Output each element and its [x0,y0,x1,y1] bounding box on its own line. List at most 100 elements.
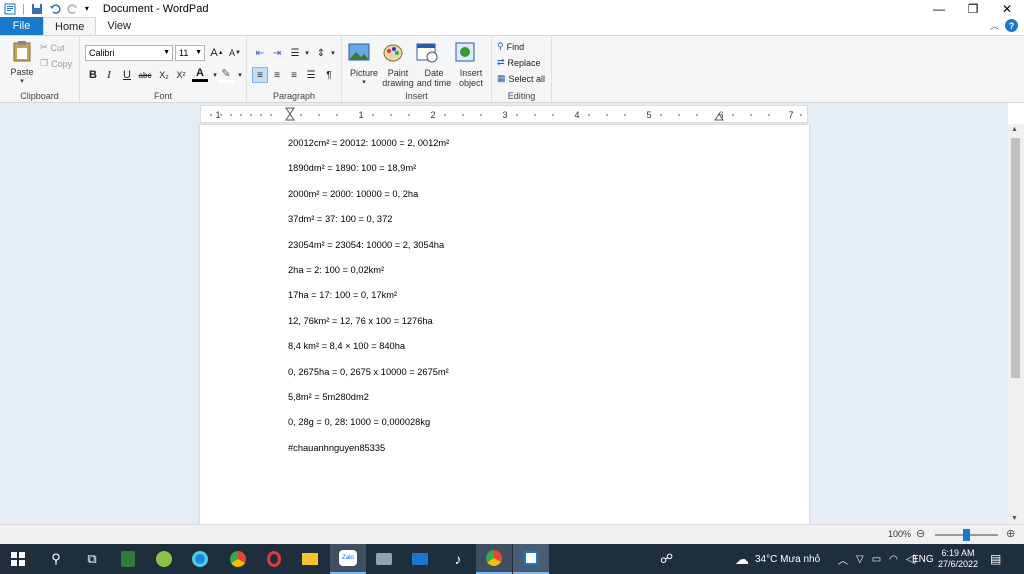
scroll-up-icon[interactable]: ▲ [1011,126,1018,133]
text-color-button[interactable]: A [192,66,208,82]
subscript-button[interactable]: X₂ [156,67,172,83]
document-line: 20012cm² = 20012: 10000 = 2, 0012m² [288,138,450,148]
taskbar: ⚲ ⧉ Zalo ♪ ☍ ☁ 34°C Mưa nhỏ ︿ ▽ ▭ ◠ ◁) E… [0,544,1024,574]
language-indicator[interactable]: ENG [912,544,934,574]
paste-button[interactable]: Paste ▾ [8,40,36,87]
save-icon[interactable] [31,3,43,15]
clock[interactable]: 6:19 AM 27/6/2022 [938,544,978,574]
decrease-indent-icon[interactable]: ⇤ [252,45,268,61]
chrome-profile-icon[interactable] [476,544,512,574]
notification-icon[interactable]: ▤ [990,544,1001,574]
cut-label: Cut [50,42,65,53]
chevron-down-icon[interactable]: ▾ [232,67,248,83]
strikethrough-button[interactable]: abc [137,67,153,83]
zoom-slider-thumb[interactable] [963,529,970,541]
ribbon-tabs: File Home View ︿ ? [0,17,1024,35]
shrink-font-button[interactable]: A ▼ [227,45,243,61]
scroll-thumb[interactable] [1011,138,1020,378]
close-button[interactable]: ✕ [990,0,1024,17]
mail-app-icon[interactable] [402,544,438,574]
insert-object-button[interactable]: Insert object [454,41,488,88]
status-bar: 100% ⊖ ⊕ [0,524,1024,544]
minimize-button[interactable]: — [922,0,956,17]
bold-button[interactable]: B [85,67,101,83]
paragraph-settings-icon[interactable]: ¶ [321,67,337,83]
task-view-icon[interactable]: ⧉ [74,544,110,574]
insert-group: Picture ▾ Paint drawing Date and time In… [342,36,492,102]
edge-browser-icon[interactable] [182,544,218,574]
opera-browser-icon[interactable] [256,544,292,574]
tab-home[interactable]: Home [43,17,97,35]
paint-drawing-button[interactable]: Paint drawing [382,41,414,88]
chrome-browser-icon[interactable] [220,544,256,574]
grow-font-button[interactable]: A ▲ [209,45,225,61]
font-size-value: 11 [179,48,189,58]
copy-label: Copy [51,58,73,69]
font-family-select[interactable]: Calibri ▼ [85,45,173,61]
copy-button[interactable]: ❐ Copy [40,58,72,69]
wordpad-taskbar-icon[interactable] [513,544,549,574]
windows-icon [11,552,25,566]
find-button[interactable]: ⚲ Find [497,41,524,52]
justify-icon[interactable]: ☰ [303,67,319,83]
zoom-in-icon[interactable]: ⊕ [1006,527,1015,540]
paint-drawing-label: Paint drawing [382,68,414,88]
customize-qa-icon[interactable]: ▾ [85,4,89,13]
hanging-indent-marker[interactable] [285,113,295,121]
align-left-icon[interactable]: ≡ [252,67,268,83]
picture-button[interactable]: Picture ▾ [348,41,380,88]
replace-button[interactable]: ⇄ Replace [497,57,541,68]
calculator-app-icon[interactable] [110,544,146,574]
zalo-app-icon[interactable]: Zalo [330,544,366,574]
clock-date: 27/6/2022 [938,559,979,569]
redo-icon[interactable] [67,3,79,15]
weather-widget[interactable]: ☁ 34°C Mưa nhỏ [735,544,820,574]
align-center-icon[interactable]: ≡ [269,67,285,83]
binoculars-icon: ⚲ [497,41,504,51]
paste-dropdown-icon[interactable]: ▾ [8,77,36,87]
copy-icon: ❐ [40,58,49,68]
zoom-out-icon[interactable]: ⊖ [916,527,925,540]
file-explorer-icon[interactable] [292,544,328,574]
vertical-scrollbar[interactable]: ▲ ▼ [1008,124,1024,524]
tab-file[interactable]: File [0,17,43,35]
minimize-ribbon-icon[interactable]: ︿ [990,19,999,32]
document-page[interactable]: 20012cm² = 20012: 10000 = 2, 0012m² 1890… [200,125,809,524]
antivirus-icon[interactable]: ▽ [856,554,864,565]
undo-icon[interactable] [49,3,61,15]
scissors-icon: ✂ [40,42,48,52]
wifi-icon[interactable]: ◠ [889,554,898,565]
document-line: 1890dm² = 1890: 100 = 18,9m² [288,163,417,174]
window-controls: — ❐ ✕ [922,0,1024,17]
italic-button[interactable]: I [101,67,117,83]
clipboard-group-label: Clipboard [20,91,59,101]
align-right-icon[interactable]: ≡ [286,67,302,83]
green-app-icon[interactable] [146,544,182,574]
underline-button[interactable]: U [119,67,135,83]
camera-app-icon[interactable] [366,544,402,574]
ruler[interactable]: 1 1 2 3 4 5 6 7 [200,105,808,123]
tiktok-app-icon[interactable]: ♪ [440,544,476,574]
tab-view[interactable]: View [96,17,142,35]
select-all-button[interactable]: ▦ Select all [497,73,545,84]
cut-button[interactable]: ✂ Cut [40,42,65,53]
font-family-value: Calibri [89,48,115,58]
help-icon[interactable]: ? [1005,19,1018,32]
battery-icon[interactable]: ▭ [872,554,881,565]
scroll-down-icon[interactable]: ▼ [1011,515,1018,522]
chevron-up-icon[interactable]: ︿ [838,552,848,567]
ruler-mark: 5 [646,110,651,120]
superscript-button[interactable]: X² [173,67,189,83]
start-button[interactable] [0,544,36,574]
document-line: 17ha = 17: 100 = 0, 17km² [288,290,398,301]
maximize-button[interactable]: ❐ [956,0,990,17]
date-time-button[interactable]: Date and time [416,41,452,88]
font-size-select[interactable]: 11 ▼ [175,45,205,61]
increase-indent-icon[interactable]: ⇥ [269,45,285,61]
chevron-down-icon[interactable]: ▾ [325,45,341,61]
replace-icon: ⇄ [497,57,505,67]
insert-object-icon [455,42,475,62]
people-icon[interactable]: ☍ [660,544,673,574]
search-icon[interactable]: ⚲ [38,544,74,574]
paragraph-group-label: Paragraph [272,91,316,101]
